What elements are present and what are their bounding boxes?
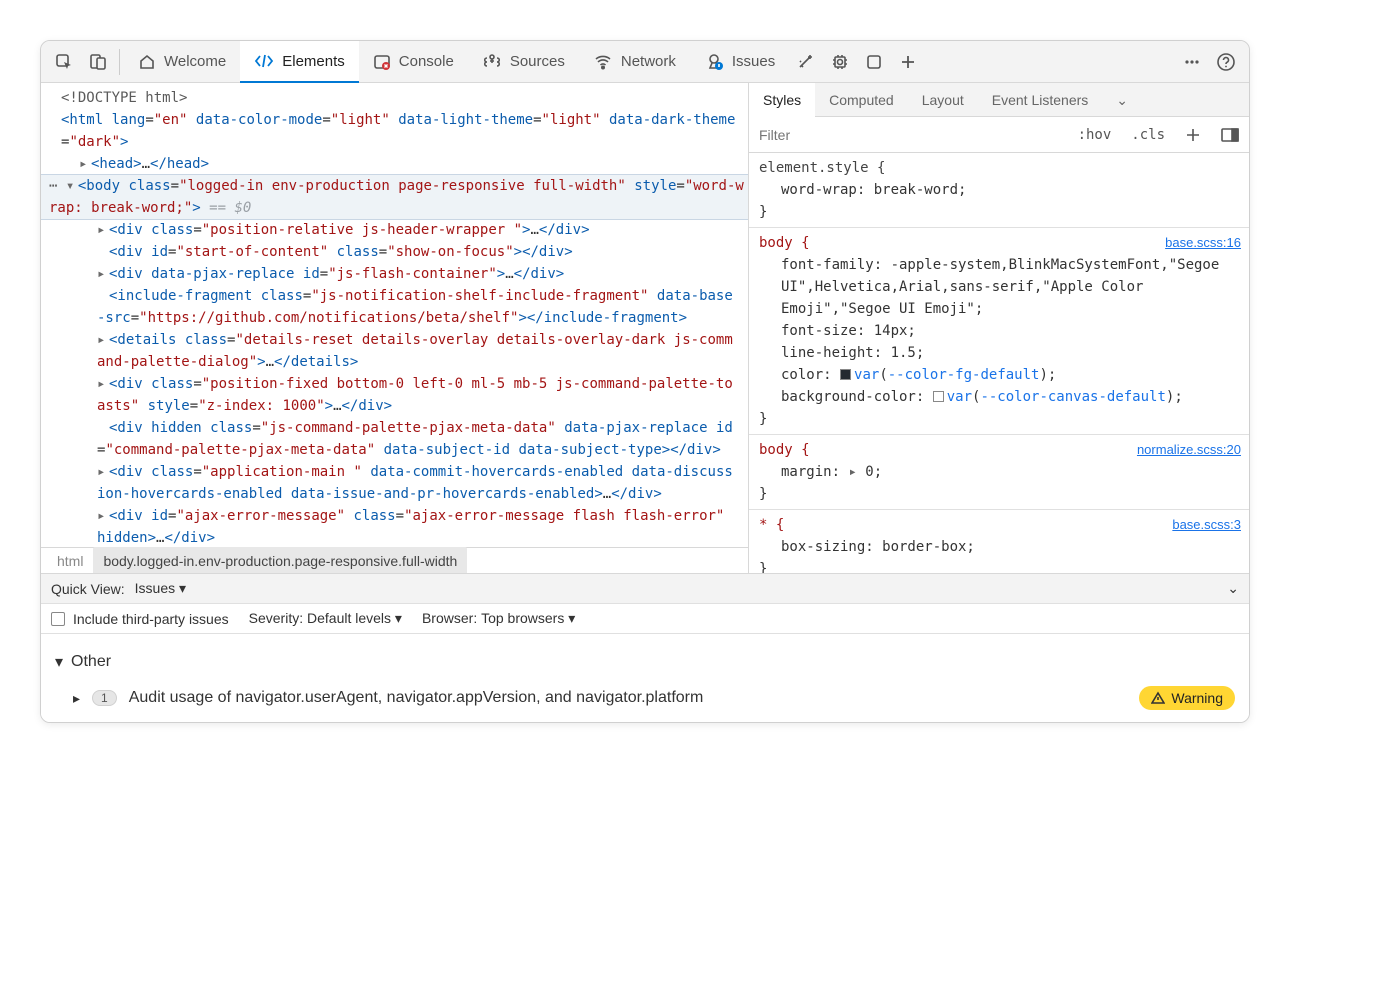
source-link[interactable]: base.scss:3 [1172, 514, 1241, 536]
dom-node[interactable]: <include-fragment class="js-notification… [61, 285, 738, 329]
source-link[interactable]: base.scss:16 [1165, 232, 1241, 254]
elements-icon [254, 52, 274, 70]
more-icon[interactable] [1175, 45, 1209, 79]
dom-node-selected[interactable]: ⋯ ▾<body class="logged-in env-production… [41, 175, 748, 219]
quickview-target[interactable]: Issues ▾ [135, 580, 186, 597]
sources-icon [482, 53, 502, 71]
tab-elements[interactable]: Elements [240, 41, 359, 83]
tab-sources[interactable]: Sources [468, 41, 579, 83]
dom-node[interactable]: ▸<div id="ajax-error-message" class="aja… [61, 505, 738, 549]
dom-node[interactable]: <div id="start-of-content" class="show-o… [61, 241, 738, 263]
chevron-down-icon[interactable]: ⌄ [1227, 580, 1239, 597]
main-toolbar: Welcome Elements Console Sources Network… [41, 41, 1249, 83]
dom-node[interactable]: <div hidden class="js-command-palette-pj… [61, 417, 738, 461]
dom-node[interactable]: ▸<details class="details-reset details-o… [61, 329, 738, 373]
breadcrumb-item[interactable]: body.logged-in.env-production.page-respo… [93, 547, 467, 574]
tab-label: Console [399, 53, 454, 70]
tab-label: Sources [510, 53, 565, 70]
tab-label: Network [621, 53, 676, 70]
issue-item[interactable]: ▸ 1 Audit usage of navigator.userAgent, … [55, 686, 1235, 710]
help-icon[interactable] [1209, 45, 1243, 79]
toggle-sidebar-icon[interactable] [1211, 128, 1249, 142]
chip-icon[interactable] [823, 45, 857, 79]
inspect-element-icon[interactable] [47, 45, 81, 79]
new-rule-icon[interactable] [1175, 127, 1211, 143]
styles-tab-computed[interactable]: Computed [815, 83, 908, 117]
dom-node[interactable]: ▸<div class="position-fixed bottom-0 lef… [61, 373, 738, 417]
quickview-label: Quick View: [51, 581, 125, 597]
issues-icon [704, 53, 724, 71]
breadcrumb-item[interactable]: html [47, 547, 93, 574]
plus-icon[interactable] [891, 45, 925, 79]
quickview-panel: Quick View: Issues ▾ ⌄ Include third-par… [41, 573, 1249, 722]
dom-tree-pane[interactable]: <!DOCTYPE html> <html lang="en" data-col… [41, 83, 749, 573]
breadcrumb: html body.logged-in.env-production.page-… [41, 547, 748, 573]
issue-title: Audit usage of navigator.userAgent, navi… [129, 689, 704, 707]
tab-console[interactable]: Console [359, 41, 468, 83]
styles-tab-listeners[interactable]: Event Listeners [978, 83, 1103, 117]
dom-node[interactable]: ▸<div class="position-relative js-header… [61, 219, 738, 241]
source-link[interactable]: normalize.scss:20 [1137, 439, 1241, 461]
include-third-party-checkbox[interactable] [51, 612, 65, 626]
tab-label: Welcome [164, 53, 226, 70]
dom-node[interactable]: <!DOCTYPE html> [61, 87, 738, 109]
severity-dropdown[interactable]: Default levels ▾ [307, 610, 402, 626]
severity-label: Severity: [249, 610, 303, 626]
cls-toggle[interactable]: .cls [1121, 124, 1175, 146]
chevron-down-icon: ▾ [55, 652, 63, 672]
tab-label: Elements [282, 53, 345, 70]
network-icon [593, 53, 613, 71]
tab-network[interactable]: Network [579, 41, 690, 83]
tab-issues[interactable]: Issues [690, 41, 789, 83]
hov-toggle[interactable]: :hov [1068, 124, 1122, 146]
tab-label: Issues [732, 53, 775, 70]
dom-node[interactable]: ▸<div class="application-main " data-com… [61, 461, 738, 505]
issue-count-badge: 1 [92, 690, 117, 706]
chevron-right-icon: ▸ [73, 690, 80, 707]
styles-tab-styles[interactable]: Styles [749, 83, 815, 117]
browser-label: Browser: [422, 610, 477, 626]
dock-icon[interactable] [857, 45, 891, 79]
include-third-party-label: Include third-party issues [73, 611, 229, 627]
console-icon [373, 53, 391, 71]
css-rule[interactable]: element.style { word-wrap: break-word; } [749, 153, 1249, 228]
styles-filter-input[interactable] [749, 127, 1068, 143]
css-rule[interactable]: base.scss:3 * { box-sizing: border-box; … [749, 510, 1249, 573]
css-rule[interactable]: base.scss:16 body { font-family: -apple-… [749, 228, 1249, 435]
tab-welcome[interactable]: Welcome [124, 41, 240, 83]
dom-node[interactable]: ▸<div data-pjax-replace id="js-flash-con… [61, 263, 738, 285]
chevron-down-icon[interactable]: ⌄ [1102, 83, 1142, 117]
styles-pane: Styles Computed Layout Event Listeners ⌄… [749, 83, 1249, 573]
devtools-window: Welcome Elements Console Sources Network… [40, 40, 1250, 723]
styles-tab-layout[interactable]: Layout [908, 83, 978, 117]
browser-dropdown[interactable]: Top browsers ▾ [481, 610, 575, 626]
css-rule[interactable]: normalize.scss:20 body { margin: ▸ 0; } [749, 435, 1249, 510]
home-icon [138, 53, 156, 71]
dom-node[interactable]: ▸<head>…</head> [61, 153, 738, 175]
dom-node[interactable]: <html lang="en" data-color-mode="light" … [61, 109, 738, 153]
issue-category[interactable]: ▾ Other [55, 646, 1235, 686]
wand-icon[interactable] [789, 45, 823, 79]
warning-badge: Warning [1139, 686, 1235, 710]
device-emulation-icon[interactable] [81, 45, 115, 79]
